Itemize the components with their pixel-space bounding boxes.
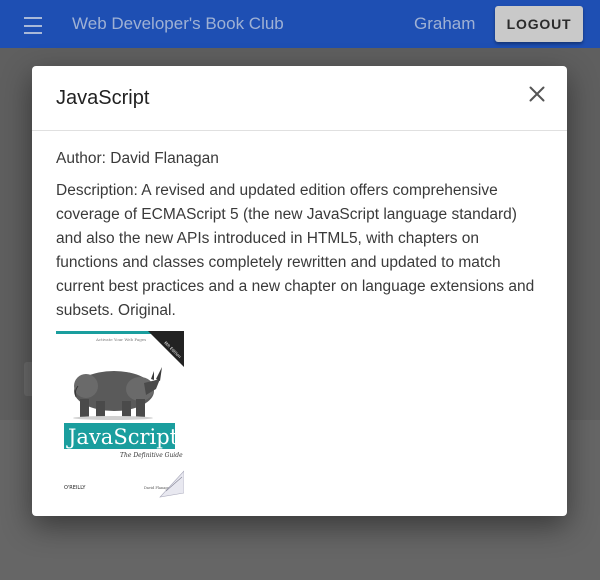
cover-title: JavaScript [66, 425, 179, 449]
cover-tagline: Activate Your Web Pages [95, 337, 146, 342]
cover-subtitle: The Definitive Guide [120, 452, 183, 459]
menu-icon[interactable] [24, 14, 48, 34]
dialog-header: JavaScript [32, 66, 567, 131]
book-details-dialog: JavaScript Author: David Flanagan Descri… [32, 66, 567, 516]
dialog-body: Author: David Flanagan Description: A re… [32, 131, 567, 499]
app-title: Web Developer's Book Club [72, 14, 284, 33]
username: Graham [414, 14, 476, 33]
close-icon[interactable] [525, 82, 549, 106]
dialog-title: JavaScript [56, 87, 150, 109]
book-cover-image: Activate Your Web Pages 6th Edition Java… [56, 331, 185, 499]
app-bar: Web Developer's Book Club Graham LOGOUT [0, 0, 600, 48]
book-author: Author: David Flanagan [56, 150, 219, 167]
logout-button[interactable]: LOGOUT [495, 6, 583, 42]
cover-publisher: O'REILLY [64, 485, 86, 491]
book-description: Description: A revised and updated editi… [56, 182, 535, 319]
